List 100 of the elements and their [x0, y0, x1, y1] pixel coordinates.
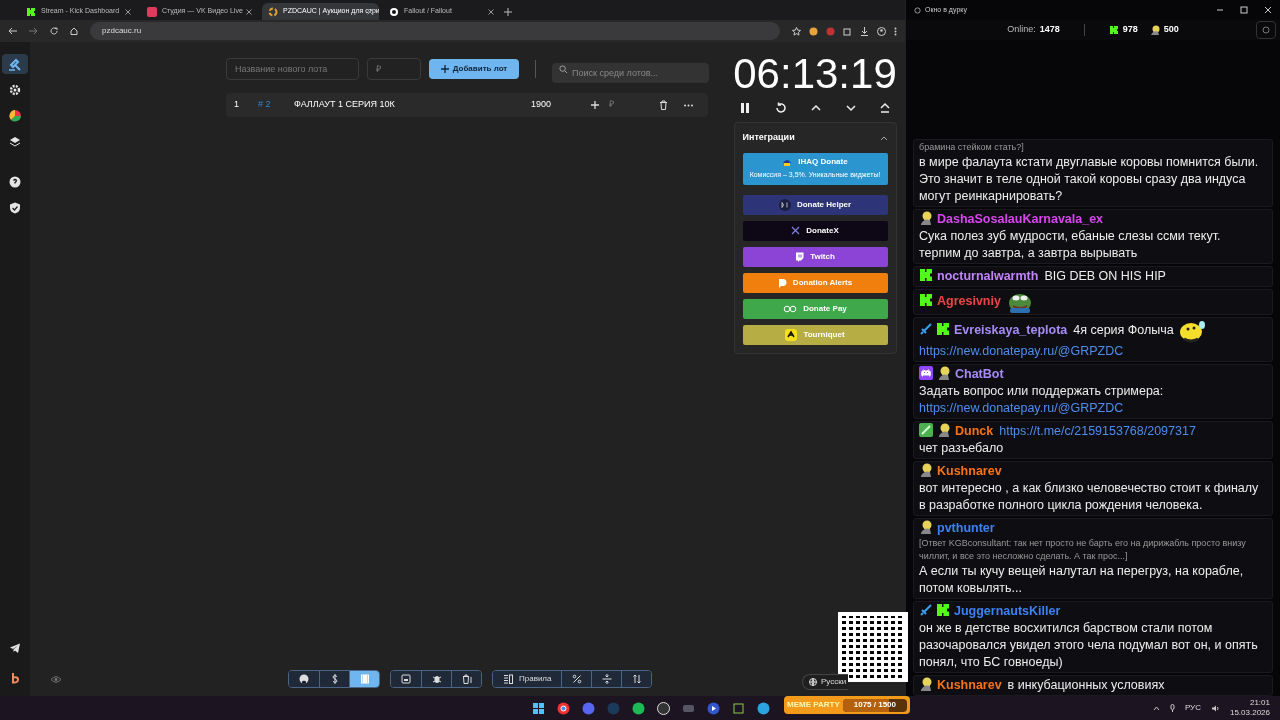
chevron-down-icon[interactable] [845, 102, 856, 114]
paper-plane-icon[interactable] [9, 642, 21, 654]
bald-head-icon [937, 423, 951, 437]
message-text: в мире фалаута кстати двуглавые коровы помнится были. Это значит в теле одной такой коровы сразу два индуса могут реинкарнировать? [919, 154, 1260, 205]
home-icon[interactable] [70, 27, 78, 35]
username[interactable]: nocturnalwarmth [937, 269, 1039, 283]
message-link[interactable]: https://new.donatepay.ru/@GRPZDC [919, 344, 1124, 358]
twitch-logo-icon [795, 251, 805, 262]
trash-icon [461, 674, 472, 684]
add-amount-field[interactable]: ₽ [609, 98, 659, 112]
toolbar-button[interactable] [421, 671, 451, 687]
minimize-icon[interactable] [1216, 6, 1224, 14]
add-lot-button[interactable]: Добавить лот [429, 59, 519, 79]
browser-icon[interactable] [557, 701, 570, 715]
hat-icon [782, 157, 793, 168]
download-icon[interactable] [860, 26, 869, 36]
vk-logo-icon [147, 6, 157, 17]
eject-icon[interactable] [880, 102, 890, 114]
reload-icon[interactable] [50, 27, 58, 35]
shield-icon[interactable] [9, 202, 21, 214]
message-text: в инкубационных условиях [1007, 678, 1165, 692]
clock-date: 15.03.2026 [1229, 708, 1270, 718]
message-link[interactable]: https://new.donatepay.ru/@GRPZDC [919, 401, 1124, 415]
input-language[interactable]: РУС [1184, 702, 1201, 714]
username[interactable]: Evreiskaya_teplota [954, 323, 1068, 338]
lot-amount: 1900 [531, 98, 553, 112]
space-invader-icon [919, 366, 933, 380]
kick-logo-icon [1108, 25, 1119, 35]
toolbar-button[interactable] [451, 671, 481, 687]
messenger-app-icon[interactable] [757, 701, 770, 715]
rules-button[interactable]: Правила [493, 671, 562, 687]
toolbar-button[interactable] [349, 671, 379, 687]
gavel-icon[interactable] [8, 57, 22, 71]
layers-icon[interactable] [9, 136, 21, 148]
username[interactable]: pvthunter [937, 521, 995, 535]
collapse-icon[interactable] [879, 134, 888, 141]
globe-icon [809, 678, 817, 686]
address-bar[interactable]: pzdcauc.ru [90, 22, 780, 40]
username[interactable]: ChatBot [955, 367, 1004, 381]
new-tab-icon[interactable] [504, 7, 512, 16]
settings-button[interactable] [1256, 21, 1276, 39]
restart-icon[interactable] [774, 102, 787, 114]
toolbar-button[interactable] [319, 671, 349, 687]
kick-logo-icon [936, 322, 950, 337]
amount-field[interactable]: ₽ [367, 58, 421, 80]
caret-up-icon[interactable] [1152, 705, 1160, 711]
colorful-ring-icon [268, 6, 278, 17]
back-icon[interactable] [8, 27, 17, 35]
sword-icon [919, 323, 932, 337]
username[interactable]: DashaSosalauKarnavala_ex [937, 212, 1104, 226]
pie-chart-icon[interactable] [9, 110, 21, 122]
b-logo-icon[interactable] [9, 672, 21, 684]
toolbar-button[interactable] [289, 671, 319, 687]
settings-icon[interactable] [9, 84, 21, 96]
trash-icon[interactable] [659, 100, 668, 110]
username[interactable]: Dunck [955, 424, 994, 438]
puzzle-icon[interactable] [843, 26, 852, 36]
frog-emote-icon [1006, 291, 1033, 313]
help-icon[interactable] [9, 176, 21, 188]
app-icon[interactable] [657, 701, 670, 715]
pause-icon[interactable] [740, 102, 750, 114]
microphone-icon[interactable] [1169, 704, 1175, 712]
x-logo-icon [791, 226, 801, 235]
windows-logo-icon[interactable] [532, 701, 545, 715]
plus-icon[interactable] [591, 101, 599, 109]
close-icon[interactable] [1264, 6, 1272, 14]
profile-icon[interactable] [877, 26, 886, 36]
message-link[interactable]: https://t.me/c/2159153768/2097317 [999, 424, 1196, 438]
lot-name-field[interactable]: Название нового лота [226, 58, 359, 80]
sidebar-item[interactable] [2, 54, 28, 74]
integration-button[interactable]: DonateX [742, 220, 888, 241]
dot-icon [389, 6, 399, 17]
username[interactable]: JuggernautsKiller [954, 604, 1061, 618]
search-field[interactable]: Поиск среди лотов... [552, 63, 709, 83]
username[interactable]: Kushnarev [937, 678, 1002, 692]
toolbar-button[interactable] [391, 671, 421, 687]
integration-button[interactable]: Twitch [742, 246, 888, 267]
percent-icon [572, 674, 582, 684]
online-count: 1478 [1039, 23, 1060, 37]
integration-button[interactable]: Donate Helper [742, 194, 888, 215]
lot-number: # 2 [258, 98, 272, 112]
reply-quote: [Ответ KGBconsultant: так нет просто не барть его на дирижабль просто внизу чиллит, и все это несложно сделать. А так прос...] [919, 537, 1247, 563]
maximize-icon[interactable] [1240, 6, 1248, 14]
speaker-icon[interactable] [1210, 704, 1220, 712]
eye-icon[interactable] [50, 674, 62, 684]
bookmark-star-icon[interactable] [792, 26, 801, 36]
bald-head-icon [919, 463, 933, 477]
music-app-icon[interactable] [632, 701, 645, 715]
play-app-icon[interactable] [707, 701, 720, 715]
more-icon[interactable] [684, 103, 693, 107]
username[interactable]: Kushnarev [937, 464, 1002, 478]
sort-icon [632, 674, 642, 684]
forward-icon[interactable] [29, 27, 38, 35]
search-icon [559, 64, 568, 74]
menu-icon[interactable] [894, 26, 897, 36]
username[interactable]: Agresivniy [937, 294, 1001, 309]
language-button[interactable]: Русски [802, 674, 849, 690]
message-text: 4я серия Фолыча [1073, 323, 1174, 338]
toolbar-button[interactable] [561, 671, 592, 687]
tourniquet-logo-icon [785, 328, 798, 341]
